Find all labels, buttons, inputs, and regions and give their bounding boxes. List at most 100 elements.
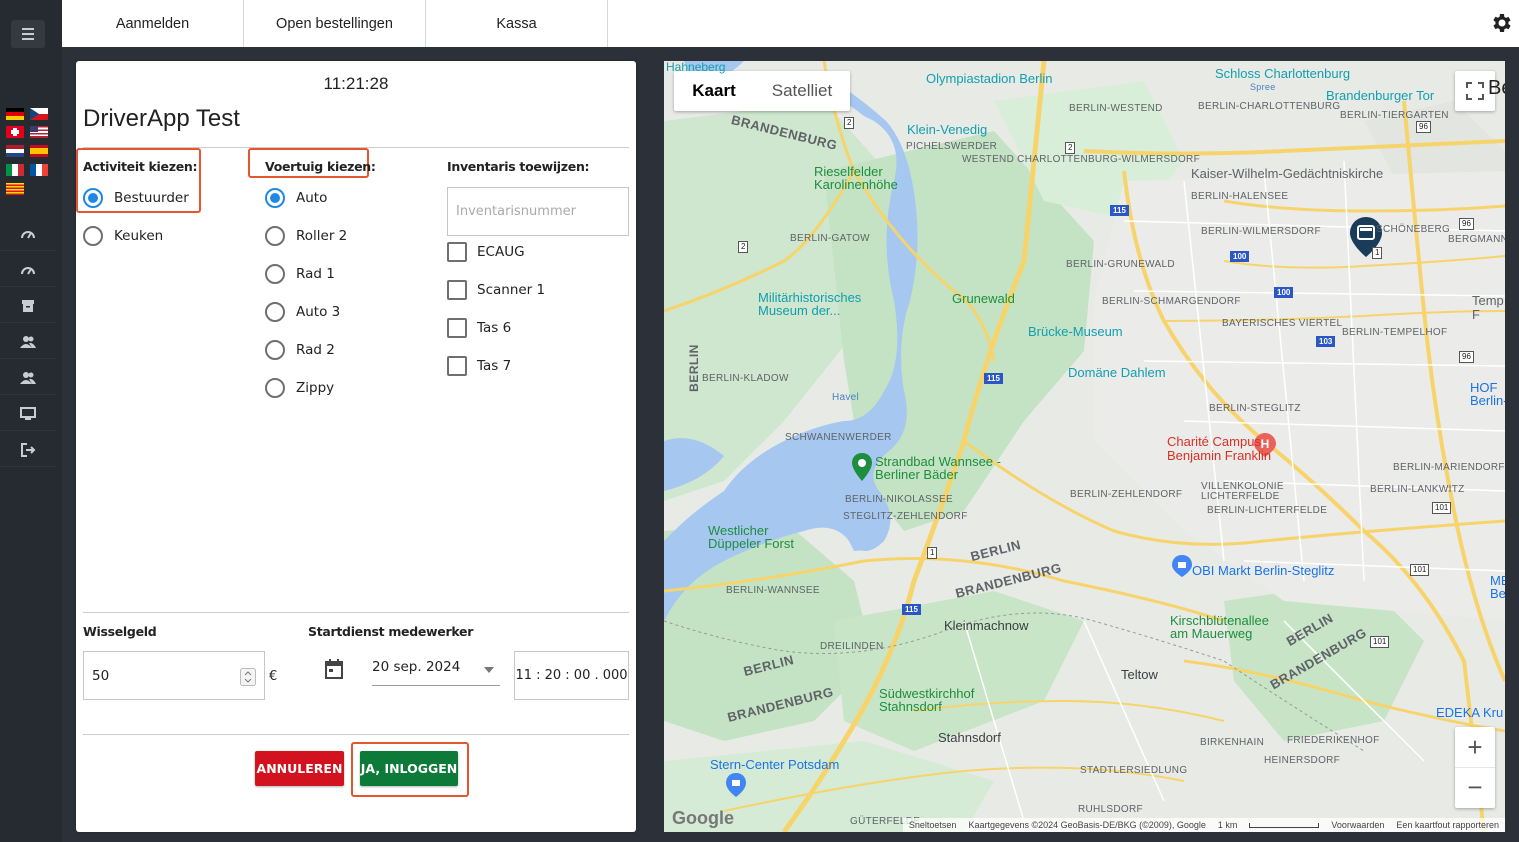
page-title: DriverApp Test <box>83 105 240 132</box>
option-label: Auto 3 <box>296 304 341 320</box>
radio[interactable] <box>265 264 285 284</box>
gear-icon[interactable] <box>1489 11 1513 35</box>
checkbox[interactable] <box>447 280 467 300</box>
inventory-item-tas-6[interactable]: Tas 6 <box>447 317 511 339</box>
nav-dashboard-2[interactable] <box>0 253 56 287</box>
start-date-select[interactable]: 20 sep. 2024 <box>372 659 500 686</box>
flag-de-icon[interactable] <box>6 108 24 120</box>
radio-selected[interactable] <box>83 188 103 208</box>
nav-archive[interactable] <box>0 289 56 323</box>
shop-pin-icon[interactable] <box>1172 555 1192 577</box>
speedometer-icon <box>21 230 35 239</box>
nav-users-2[interactable] <box>0 361 56 395</box>
inventory-label: Inventaris toewijzen: <box>447 159 590 174</box>
vehicle-option-auto-3[interactable]: Auto 3 <box>265 301 340 323</box>
radio[interactable] <box>265 302 285 322</box>
activity-option-bestuurder[interactable]: Bestuurder <box>83 187 189 209</box>
radio[interactable] <box>265 340 285 360</box>
report-error-link[interactable]: Een kaartfout rapporteren <box>1396 820 1499 830</box>
flag-ca-icon[interactable] <box>6 183 24 195</box>
inventory-item-ecaug[interactable]: ECAUG <box>447 241 525 263</box>
login-confirm-button[interactable]: JA, INLOGGEN <box>360 751 458 786</box>
checkbox[interactable] <box>447 242 467 262</box>
map-type-satelliet[interactable]: Satelliet <box>754 81 850 101</box>
keyboard-shortcuts-link[interactable]: Sneltoetsen <box>909 820 957 830</box>
currency-symbol: € <box>269 668 278 684</box>
road-shield: 2 <box>844 117 855 129</box>
flag-ch-icon[interactable] <box>6 126 24 138</box>
option-label: Rad 2 <box>296 342 335 358</box>
checkbox[interactable] <box>447 318 467 338</box>
flag-nl-icon[interactable] <box>6 145 24 157</box>
inventory-number-input[interactable] <box>447 187 629 236</box>
road-shield: 101 <box>1370 636 1390 648</box>
zoom-in-button[interactable]: + <box>1455 728 1495 768</box>
radio[interactable] <box>265 378 285 398</box>
map[interactable]: Kaart Satelliet + − H Olympiastadion Ber… <box>664 61 1505 832</box>
terms-link[interactable]: Voorwaarden <box>1331 820 1384 830</box>
radio-selected[interactable] <box>265 188 285 208</box>
road-shield: 2 <box>1065 142 1076 154</box>
chevron-down-icon <box>484 667 494 673</box>
map-label-hof: HOF Berlin- <box>1470 380 1505 408</box>
inventory-item-tas-7[interactable]: Tas 7 <box>447 355 511 377</box>
zoom-out-button[interactable]: − <box>1455 768 1495 808</box>
flag-fr-icon[interactable] <box>30 164 48 176</box>
map-label-sudwestkirchhof: Südwestkirchhof Stahnsdorf <box>879 686 975 714</box>
map-label-gatow: BERLIN-GATOW <box>790 233 870 244</box>
map-label-kaiser-wilhelm: Kaiser-Wilhelm-Gedächtniskirche <box>1191 166 1384 181</box>
option-label: Tas 6 <box>477 320 512 336</box>
vehicle-option-rad-1[interactable]: Rad 1 <box>265 263 335 285</box>
map-label-teltow: Teltow <box>1121 667 1158 682</box>
inventory-item-scanner-1[interactable]: Scanner 1 <box>447 279 545 301</box>
map-label-rieselfelder: Rieselfelder Karolinenhöhe <box>814 164 898 192</box>
flag-es-icon[interactable] <box>30 145 48 157</box>
map-label-berlin-vertical: BERLIN <box>686 344 701 392</box>
calendar-icon[interactable] <box>325 659 343 679</box>
tab-aanmelden[interactable]: Aanmelden <box>62 0 244 47</box>
tab-open-bestellingen[interactable]: Open bestellingen <box>244 0 426 47</box>
map-label-steglitz: BERLIN-STEGLITZ <box>1209 403 1301 414</box>
start-time-input[interactable]: 11 : 20 : 00 . 000 <box>514 651 629 700</box>
radio[interactable] <box>83 226 103 246</box>
vehicle-option-rad-2[interactable]: Rad 2 <box>265 339 335 361</box>
park-pin-icon[interactable] <box>852 453 872 481</box>
cancel-button[interactable]: ANNULEREN <box>255 751 344 786</box>
flag-cz-icon[interactable] <box>30 108 48 120</box>
vehicle-option-zippy[interactable]: Zippy <box>265 377 334 399</box>
flag-it-icon[interactable] <box>6 164 24 176</box>
speedometer-icon <box>21 266 35 275</box>
top-navigation: Aanmelden Open bestellingen Kassa <box>62 0 1519 47</box>
google-logo[interactable]: Google <box>672 808 734 829</box>
nav-dashboard-1[interactable] <box>0 217 56 251</box>
nav-monitor[interactable] <box>0 397 56 431</box>
vehicle-option-auto[interactable]: Auto <box>265 187 327 209</box>
shop-pin-icon[interactable] <box>726 773 746 797</box>
radio[interactable] <box>265 226 285 246</box>
vehicle-option-roller-2[interactable]: Roller 2 <box>265 225 347 247</box>
map-label-hahneberg: Hahneberg <box>666 61 726 74</box>
map-label-stern-center: Stern-Center Potsdam <box>710 757 840 772</box>
change-money-input[interactable]: 50 <box>83 651 265 700</box>
nav-logout[interactable] <box>0 433 56 467</box>
stepper-icon[interactable] <box>240 668 256 686</box>
tab-kassa[interactable]: Kassa <box>426 0 608 47</box>
flag-us-icon[interactable] <box>30 126 48 138</box>
map-label-grunewald-district: BERLIN-GRUNEWALD <box>1066 259 1175 270</box>
checkbox[interactable] <box>447 356 467 376</box>
map-label-kladow: BERLIN-KLADOW <box>702 373 789 384</box>
highway-shield: 115 <box>1110 205 1129 216</box>
road-shield: 96 <box>1459 351 1474 363</box>
nav-users-1[interactable] <box>0 325 56 359</box>
map-label-grunewald: Grunewald <box>952 291 1015 306</box>
menu-toggle-button[interactable] <box>11 20 45 48</box>
map-label-wannsee: BERLIN-WANNSEE <box>726 585 820 596</box>
highway-shield: 115 <box>902 604 921 615</box>
activity-option-keuken[interactable]: Keuken <box>83 225 163 247</box>
map-label-halensee: BERLIN-HALENSEE <box>1191 191 1289 202</box>
road-shield: 96 <box>1459 218 1474 230</box>
map-label-kirschbluten: Kirschblütenallee am Mauerweg <box>1170 613 1270 641</box>
map-type-kaart[interactable]: Kaart <box>674 81 754 101</box>
map-label-strandbad: Strandbad Wannsee - Berliner Bäder <box>875 454 1001 482</box>
map-label-pichelswerder: PICHELSWERDER <box>906 141 998 152</box>
